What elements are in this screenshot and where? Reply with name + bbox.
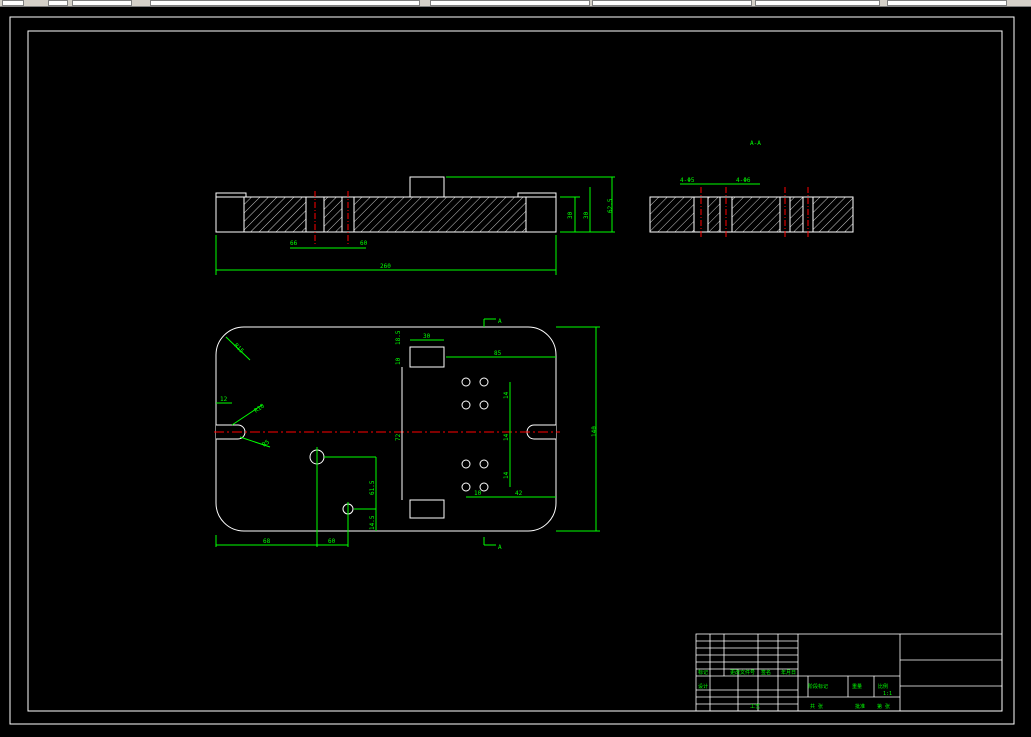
layer-combo[interactable] xyxy=(150,0,420,6)
tb-label-date: 年月日 xyxy=(781,669,796,676)
dim-pin-y2: 14.5 xyxy=(369,515,376,530)
dim-slot-radius: R10 xyxy=(253,402,266,414)
dim-total-height: 62.5 xyxy=(607,198,614,213)
dim-pin-y: 61.5 xyxy=(369,480,376,495)
inner-frame xyxy=(27,30,1003,712)
dim-pin-x2: 60 xyxy=(328,538,336,545)
lineweight-combo[interactable] xyxy=(755,0,880,6)
dim-center-height: 72 xyxy=(395,433,402,441)
tb-scale-value: 1:1 xyxy=(883,691,892,697)
tb-label-mark: 标记 xyxy=(698,669,708,676)
dim-slot-width: 12 xyxy=(220,396,228,403)
dim-hole-a: 4-Φ5 xyxy=(680,177,695,184)
plotstyle-combo[interactable] xyxy=(887,0,1007,6)
section-marker-bottom: A xyxy=(498,544,502,551)
dim-hole-b: 4-Φ6 xyxy=(736,177,751,184)
tb-sheet-total: 共 张 xyxy=(810,703,823,710)
section-view: A-A 4-Φ5 4-Φ6 xyxy=(649,140,854,239)
dim-hole-right-offset: 42 xyxy=(515,490,523,497)
dim-hole-spacing-c: 14 xyxy=(503,471,510,479)
tb-sheet-no: 第 张 xyxy=(877,703,890,710)
tb-process: 工艺 xyxy=(750,704,760,710)
dim-overall-height: 140 xyxy=(591,426,598,437)
tb-stage-mark: 阶段标记 xyxy=(808,683,828,690)
dim-hole-spacing-a: 14 xyxy=(503,391,510,399)
dim-block-height: 10 xyxy=(395,357,402,365)
tb-label-sign: 签名 xyxy=(761,669,771,676)
tb-weight: 重量 xyxy=(852,683,862,690)
section-label: A-A xyxy=(750,140,761,147)
dim-thickness-a: 30 xyxy=(567,211,574,219)
outer-frame xyxy=(9,16,1015,725)
tb-label-change: 更改文件号 xyxy=(730,669,755,676)
plan-view: 68 60 61.5 14.5 140 85 30 10 18.5 72 14 … xyxy=(214,318,600,551)
color-combo[interactable] xyxy=(592,0,752,6)
tb-approve: 批准 xyxy=(855,703,865,710)
dim-overall-length: 260 xyxy=(380,263,391,270)
dim-block-offset: 18.5 xyxy=(395,330,402,345)
dim-hole-row-offset: 10 xyxy=(474,490,482,497)
dim-left-offset: 66 xyxy=(290,240,298,247)
properties-icon[interactable] xyxy=(72,0,132,6)
dim-right-offset: 60 xyxy=(360,240,368,247)
drawing-canvas[interactable]: 260 66 60 30 30 62.5 A-A 4-Φ5 4-Φ6 68 60… xyxy=(0,7,1031,737)
dim-hole-spacing-b: 14 xyxy=(503,433,510,441)
hole-pattern xyxy=(461,377,489,492)
cad-toolbar xyxy=(0,0,1031,7)
tb-design: 设计 xyxy=(698,683,708,690)
front-view: 260 66 60 30 30 62.5 xyxy=(215,176,615,275)
linetype-combo[interactable] xyxy=(430,0,590,6)
app-menu-icon[interactable] xyxy=(2,0,24,6)
tb-scale: 比例 xyxy=(878,683,888,690)
dim-block-right: 85 xyxy=(494,350,502,357)
open-icon[interactable] xyxy=(48,0,68,6)
drawing-svg: 260 66 60 30 30 62.5 A-A 4-Φ5 4-Φ6 68 60… xyxy=(9,16,1015,725)
dim-thickness-b: 30 xyxy=(583,211,590,219)
dim-pin-x: 68 xyxy=(263,538,271,545)
section-marker-top: A xyxy=(498,318,502,325)
dim-block-width: 30 xyxy=(423,333,431,340)
